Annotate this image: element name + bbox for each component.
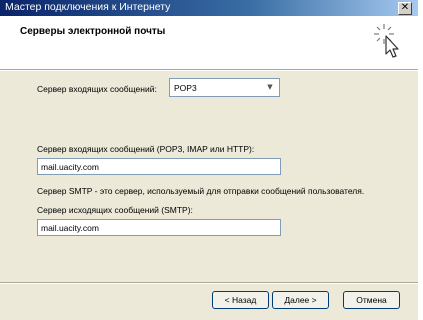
outgoing-server-label: Сервер исходящих сообщений (SMTP):: [37, 205, 193, 215]
wizard-wand-icon: [374, 24, 399, 58]
header-divider: [0, 69, 418, 71]
close-button[interactable]: ✕: [398, 2, 412, 15]
incoming-server-label: Сервер входящих сообщений (POP3, IMAP ил…: [37, 144, 255, 154]
chevron-down-icon[interactable]: ▼: [264, 81, 276, 94]
footer-divider: [0, 282, 418, 284]
cancel-button[interactable]: Отмена: [343, 291, 400, 309]
window-title: Мастер подключения к Интернету: [5, 1, 171, 13]
incoming-type-label: Сервер входящих сообщений:: [37, 84, 157, 94]
page-title: Серверы электронной почты: [20, 26, 166, 37]
wizard-header: Серверы электронной почты: [0, 16, 418, 69]
incoming-type-select[interactable]: POP3 ▼: [169, 78, 280, 97]
incoming-server-input[interactable]: [37, 158, 281, 175]
wizard-window: Мастер подключения к Интернету ✕ Серверы…: [0, 0, 418, 320]
smtp-note: Сервер SMTP - это сервер, используемый д…: [37, 186, 365, 196]
page-margin: [418, 0, 423, 320]
outgoing-server-input[interactable]: [37, 219, 281, 236]
incoming-type-value: POP3: [174, 83, 197, 93]
back-button[interactable]: < Назад: [212, 291, 269, 309]
title-bar[interactable]: Мастер подключения к Интернету ✕: [0, 0, 418, 16]
next-button[interactable]: Далее >: [272, 291, 329, 309]
